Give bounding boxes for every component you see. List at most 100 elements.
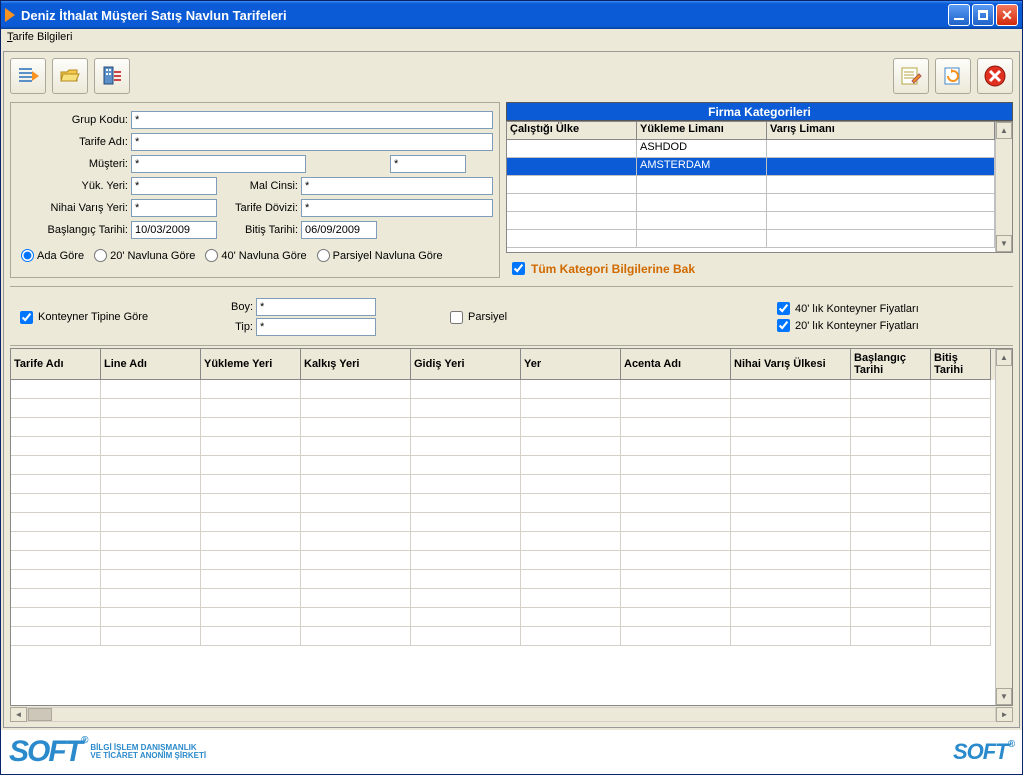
- input-grup-kodu[interactable]: [131, 111, 493, 129]
- radio-ada-gore[interactable]: Ada Göre: [21, 249, 84, 262]
- building-list-icon: [101, 65, 123, 87]
- label-yuk-yeri: Yük. Yeri:: [17, 180, 131, 192]
- scroll-left-icon[interactable]: ◄: [10, 707, 27, 722]
- table-row[interactable]: [11, 399, 995, 418]
- checkbox-40lik[interactable]: [777, 302, 790, 315]
- grid-column-header[interactable]: Yükleme Yeri: [201, 349, 301, 380]
- content-area: Grup Kodu: Tarife Adı: Müşteri: Yük. Yer…: [3, 51, 1020, 728]
- table-row[interactable]: [11, 380, 995, 399]
- note-pencil-icon: [900, 65, 922, 87]
- input-tarife-adi[interactable]: [131, 133, 493, 151]
- table-row[interactable]: [11, 494, 995, 513]
- table-row[interactable]: [11, 608, 995, 627]
- input-musteri[interactable]: [131, 155, 306, 173]
- grid-column-header[interactable]: Bitiş Tarihi: [931, 349, 991, 380]
- checkbox-20lik[interactable]: [777, 319, 790, 332]
- grid-column-header[interactable]: Gidiş Yeri: [411, 349, 521, 380]
- input-mal-cinsi[interactable]: [301, 177, 493, 195]
- scroll-down-icon[interactable]: ▼: [996, 235, 1012, 252]
- input-nihai[interactable]: [131, 199, 217, 217]
- bars-arrow-icon: [17, 65, 39, 87]
- filter-row: Konteyner Tipine Göre Boy: Tip: Parsiyel: [10, 287, 1013, 346]
- toolbar-btn-3[interactable]: [94, 58, 130, 94]
- checkbox-parsiyel[interactable]: [450, 311, 463, 324]
- input-tarife-dovizi[interactable]: [301, 199, 493, 217]
- grid-column-header[interactable]: Line Adı: [101, 349, 201, 380]
- category-row[interactable]: [507, 230, 995, 248]
- grid-vertical-scrollbar[interactable]: ▲ ▼: [995, 349, 1012, 705]
- grid-column-header[interactable]: Kalkış Yeri: [301, 349, 411, 380]
- label-bitis: Bitiş Tarihi:: [217, 224, 301, 236]
- input-tip[interactable]: [256, 318, 376, 336]
- radio-20-navluna[interactable]: 20' Navluna Göre: [94, 249, 195, 262]
- footer: SOFT® BİLGİ İŞLEM DANIŞMANLIK VE TİCARET…: [1, 730, 1022, 774]
- scroll-up-icon[interactable]: ▲: [996, 349, 1012, 366]
- cat-header-yukleme[interactable]: Yükleme Limanı: [637, 122, 767, 140]
- table-row[interactable]: [11, 456, 995, 475]
- table-row[interactable]: [11, 475, 995, 494]
- input-baslangic[interactable]: [131, 221, 217, 239]
- table-row[interactable]: [11, 570, 995, 589]
- category-row[interactable]: ASHDOD: [507, 140, 995, 158]
- label-tarife-dovizi: Tarife Dövizi:: [217, 202, 301, 214]
- scroll-right-icon[interactable]: ►: [996, 707, 1013, 722]
- scroll-thumb[interactable]: [28, 708, 52, 721]
- app-window: Deniz İthalat Müşteri Satış Navlun Tarif…: [0, 0, 1023, 775]
- checkbox-konteyner-tipine[interactable]: [20, 311, 33, 324]
- input-yuk-yeri[interactable]: [131, 177, 217, 195]
- cancel-circle-icon: [983, 64, 1007, 88]
- toolbar-edit-button[interactable]: [893, 58, 929, 94]
- main-grid: Tarife AdıLine AdıYükleme YeriKalkış Yer…: [10, 348, 1013, 706]
- table-row[interactable]: [11, 437, 995, 456]
- refresh-icon: [942, 65, 964, 87]
- checkbox-tum-kategori[interactable]: [512, 262, 525, 275]
- grid-column-header[interactable]: Tarife Adı: [11, 349, 101, 380]
- grid-column-header[interactable]: Acenta Adı: [621, 349, 731, 380]
- toolbar-cancel-button[interactable]: [977, 58, 1013, 94]
- category-row[interactable]: AMSTERDAM: [507, 158, 995, 176]
- radio-parsiyel-navluna[interactable]: Parsiyel Navluna Göre: [317, 249, 443, 262]
- category-row[interactable]: [507, 194, 995, 212]
- toolbar-refresh-button[interactable]: [935, 58, 971, 94]
- scroll-up-icon[interactable]: ▲: [996, 122, 1012, 139]
- close-button[interactable]: ✕: [996, 4, 1018, 26]
- label-tarife-adi: Tarife Adı:: [17, 136, 131, 148]
- label-boy: Boy:: [216, 301, 256, 313]
- label-parsiyel: Parsiyel: [468, 311, 507, 323]
- grid-horizontal-scrollbar[interactable]: ◄ ►: [10, 706, 1013, 723]
- toolbar-btn-1[interactable]: [10, 58, 46, 94]
- table-row[interactable]: [11, 589, 995, 608]
- table-row[interactable]: [11, 551, 995, 570]
- menu-tarife-bilgileri[interactable]: Tarife Bilgileri: [7, 31, 72, 43]
- grid-header: Tarife AdıLine AdıYükleme YeriKalkış Yer…: [11, 349, 995, 380]
- table-row[interactable]: [11, 418, 995, 437]
- table-row[interactable]: [11, 513, 995, 532]
- table-row[interactable]: [11, 532, 995, 551]
- input-bitis[interactable]: [301, 221, 377, 239]
- label-nihai: Nihai Varış Yeri:: [17, 202, 131, 214]
- app-icon: [5, 8, 15, 22]
- titlebar: Deniz İthalat Müşteri Satış Navlun Tarif…: [1, 1, 1022, 29]
- grid-column-header[interactable]: Nihai Varış Ülkesi: [731, 349, 851, 380]
- scroll-down-icon[interactable]: ▼: [996, 688, 1012, 705]
- input-musteri-2[interactable]: [390, 155, 466, 173]
- category-scrollbar[interactable]: ▲ ▼: [995, 122, 1012, 252]
- table-row[interactable]: [11, 627, 995, 646]
- grid-column-header[interactable]: Başlangıç Tarihi: [851, 349, 931, 380]
- label-20lik: 20' lık Konteyner Fiyatları: [795, 320, 919, 332]
- cat-header-ulke[interactable]: Çalıştığı Ülke: [507, 122, 637, 140]
- grid-column-header[interactable]: Yer: [521, 349, 621, 380]
- toolbar-open-button[interactable]: [52, 58, 88, 94]
- category-grid: Çalıştığı Ülke Yükleme Limanı Varış Lima…: [506, 121, 1013, 253]
- minimize-button[interactable]: [948, 4, 970, 26]
- category-row[interactable]: [507, 176, 995, 194]
- brand-logo-left: SOFT® BİLGİ İŞLEM DANIŞMANLIK VE TİCARET…: [9, 735, 206, 769]
- category-row[interactable]: [507, 212, 995, 230]
- radio-40-navluna[interactable]: 40' Navluna Göre: [205, 249, 306, 262]
- category-title: Firma Kategorileri: [506, 102, 1013, 121]
- input-boy[interactable]: [256, 298, 376, 316]
- maximize-button[interactable]: [972, 4, 994, 26]
- label-grup-kodu: Grup Kodu:: [17, 114, 131, 126]
- cat-header-varis[interactable]: Varış Limanı: [767, 122, 995, 140]
- label-40lik: 40' lık Konteyner Fiyatları: [795, 303, 919, 315]
